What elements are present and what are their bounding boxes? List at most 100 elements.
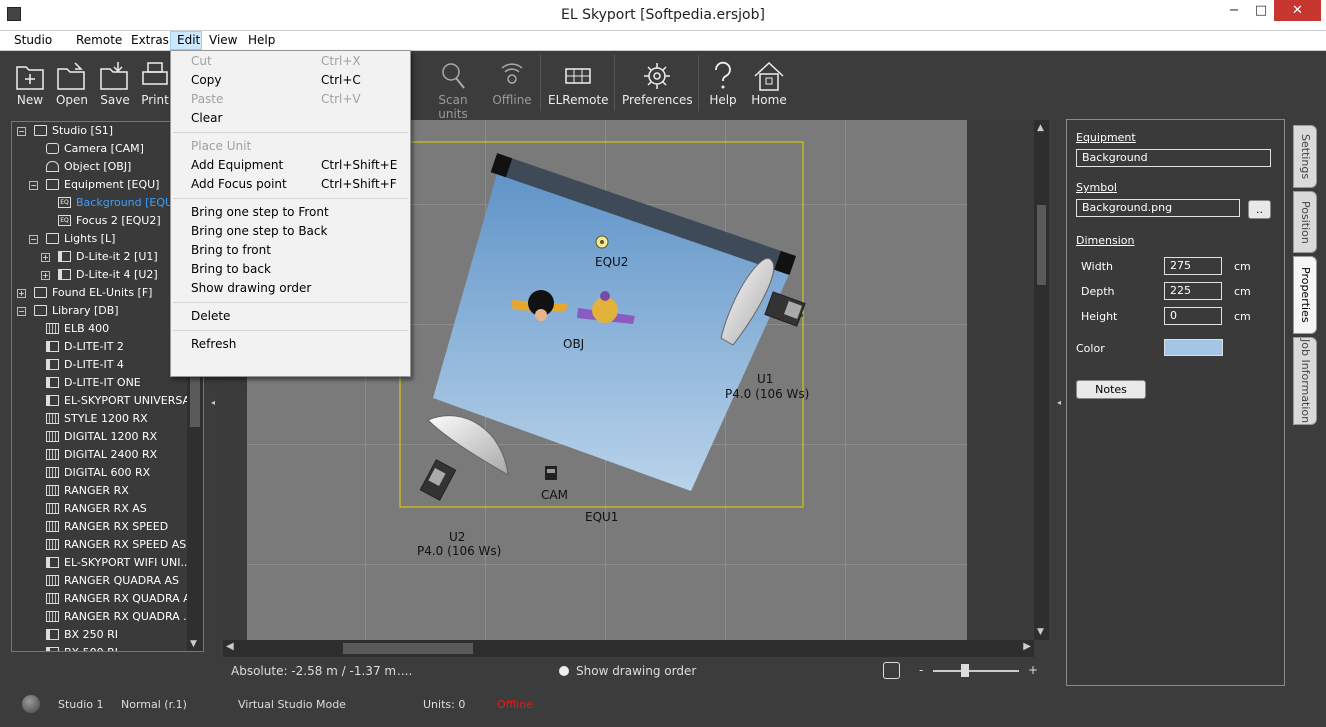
close-button[interactable]: ✕	[1274, 0, 1321, 21]
list-item[interactable]: RANGER QUADRA AS	[12, 572, 192, 590]
tree-item-equipment[interactable]: − Equipment [EQU]	[12, 176, 192, 194]
tab-properties[interactable]: Properties	[1293, 256, 1317, 334]
menu-remote[interactable]: Remote	[70, 31, 128, 50]
canvas-vscroll-thumb[interactable]	[1037, 205, 1046, 285]
tree-item-library[interactable]: − Library [DB]	[12, 302, 192, 320]
list-item[interactable]: EL-SKYPORT UNIVERSAL	[12, 392, 196, 410]
tab-settings[interactable]: Settings	[1293, 125, 1317, 188]
tab-position[interactable]: Position	[1293, 191, 1317, 253]
tree-item-object[interactable]: Object [OBJ]	[12, 158, 192, 176]
list-item[interactable]: ELB 400	[12, 320, 192, 338]
color-swatch[interactable]	[1164, 339, 1223, 356]
u1-label: U1	[757, 372, 774, 386]
preferences-button[interactable]: Preferences	[622, 57, 693, 113]
open-folder-icon	[57, 62, 85, 90]
menu-edit[interactable]: Edit	[170, 31, 202, 50]
list-item[interactable]: D-LITE-IT 2	[12, 338, 192, 356]
canvas-vertical-scrollbar[interactable]: ▲ ▼	[1034, 120, 1049, 640]
minimize-button[interactable]: −	[1220, 0, 1248, 21]
list-item[interactable]: DIGITAL 1200 RX	[12, 428, 192, 446]
width-field[interactable]: 275	[1164, 257, 1222, 275]
new-button[interactable]: New	[12, 57, 48, 113]
menu-item-add-focus-point[interactable]: Add Focus point Ctrl+Shift+F	[191, 175, 404, 194]
menu-item-bring-one-step-back[interactable]: Bring one step to Back	[191, 222, 404, 241]
fit-view-icon[interactable]	[883, 662, 900, 679]
gear-icon	[644, 63, 670, 89]
list-item[interactable]: RANGER RX	[12, 482, 192, 500]
notes-button[interactable]: Notes	[1076, 380, 1146, 399]
zoom-out-button[interactable]: -	[919, 663, 923, 677]
connection-indicator-icon	[22, 695, 40, 713]
list-item[interactable]: RANGER RX SPEED AS	[12, 536, 192, 554]
tree-item-dlite4[interactable]: + D-Lite-it 4 [U2]	[12, 266, 192, 284]
list-item[interactable]: D-LITE-IT ONE	[12, 374, 192, 392]
depth-label: Depth	[1081, 285, 1115, 298]
menu-studio[interactable]: Studio	[8, 31, 58, 50]
zoom-slider-track[interactable]	[933, 670, 1019, 672]
open-button[interactable]: Open	[54, 57, 90, 113]
tree-item-background[interactable]: EQ Background [EQU	[12, 194, 192, 212]
tab-job-information[interactable]: Job Information	[1293, 337, 1317, 425]
tree-item-dlite2[interactable]: + D-Lite-it 2 [U1]	[12, 248, 192, 266]
tree-item-lights[interactable]: − Lights [L]	[12, 230, 192, 248]
height-unit: cm	[1234, 310, 1251, 323]
list-item[interactable]: BX 500 RI	[12, 644, 192, 651]
menu-item-delete[interactable]: Delete	[191, 307, 404, 326]
menu-item-show-drawing-order[interactable]: Show drawing order	[191, 279, 404, 298]
coords-more[interactable]: ....	[397, 664, 412, 678]
zoom-slider-thumb[interactable]	[961, 664, 969, 677]
equ1-label: EQU1	[585, 510, 619, 524]
print-button[interactable]: Print	[140, 57, 170, 113]
menu-item-bring-one-step-front[interactable]: Bring one step to Front	[191, 203, 404, 222]
menu-item-bring-to-back[interactable]: Bring to back	[191, 260, 404, 279]
title-bar: EL Skyport [Softpedia.ersjob] − □ ✕	[0, 0, 1326, 31]
menu-extras[interactable]: Extras	[125, 31, 175, 50]
tree-item-focus[interactable]: EQ Focus 2 [EQU2]	[12, 212, 192, 230]
browse-symbol-button[interactable]: ..	[1248, 200, 1271, 219]
list-item[interactable]: RANGER RX SPEED	[12, 518, 192, 536]
collapse-right-icon[interactable]: ◂	[1057, 398, 1061, 407]
home-button[interactable]: Home	[750, 57, 788, 113]
list-item[interactable]: RANGER RX AS	[12, 500, 192, 518]
menu-item-bring-to-front[interactable]: Bring to front	[191, 241, 404, 260]
menu-item-copy[interactable]: Copy Ctrl+C	[191, 71, 404, 90]
width-unit: cm	[1234, 260, 1251, 273]
list-item[interactable]: BX 250 RI	[12, 626, 192, 644]
collapse-left-icon[interactable]: ◂	[211, 398, 215, 407]
height-field[interactable]: 0	[1164, 307, 1222, 325]
menu-item-cut[interactable]: Cut Ctrl+X	[191, 52, 404, 71]
depth-field[interactable]: 225	[1164, 282, 1222, 300]
list-item[interactable]: RANGER RX QUADRA ...	[12, 608, 194, 626]
mode-normal-status: Normal (r.1)	[121, 698, 187, 711]
menu-help[interactable]: Help	[242, 31, 281, 50]
menu-item-add-equipment[interactable]: Add Equipment Ctrl+Shift+E	[191, 156, 404, 175]
elremote-button[interactable]: ELRemote	[548, 57, 609, 113]
save-button[interactable]: Save	[97, 57, 133, 113]
tree-item-camera[interactable]: Camera [CAM]	[12, 140, 192, 158]
offline-button[interactable]: Offline	[492, 57, 532, 113]
list-item[interactable]: D-LITE-IT 4	[12, 356, 192, 374]
equipment-field[interactable]: Background	[1076, 149, 1271, 167]
scan-units-button[interactable]: Scan units	[423, 57, 483, 121]
menu-item-place-unit[interactable]: Place Unit	[191, 137, 404, 156]
canvas-status-bar: Absolute: -2.58 m / -1.37 m .... Show dr…	[223, 658, 1047, 684]
list-item[interactable]: RANGER RX QUADRA AS	[12, 590, 198, 608]
symbol-field[interactable]: Background.png	[1076, 199, 1240, 217]
maximize-button[interactable]: □	[1248, 0, 1274, 21]
menu-item-refresh[interactable]: Refresh	[191, 335, 404, 354]
list-item[interactable]: DIGITAL 2400 RX	[12, 446, 192, 464]
tree-item-studio[interactable]: − Studio [S1]	[12, 122, 192, 140]
menu-view[interactable]: View	[203, 31, 243, 50]
tree-item-found-units[interactable]: + Found EL-Units [F]	[12, 284, 192, 302]
canvas-hscroll-thumb[interactable]	[343, 643, 473, 654]
menu-item-paste[interactable]: Paste Ctrl+V	[191, 90, 404, 109]
list-item[interactable]: EL-SKYPORT WIFI UNI...	[12, 554, 192, 572]
canvas-horizontal-scrollbar[interactable]: ◀ ▶	[223, 640, 1034, 657]
scroll-down-icon[interactable]: ▼	[190, 639, 197, 649]
show-order-radio[interactable]	[559, 666, 569, 676]
zoom-in-button[interactable]: +	[1028, 663, 1038, 677]
help-button[interactable]: Help	[706, 57, 740, 113]
list-item[interactable]: DIGITAL 600 RX	[12, 464, 192, 482]
list-item[interactable]: STYLE 1200 RX	[12, 410, 192, 428]
menu-item-clear[interactable]: Clear	[191, 109, 404, 128]
